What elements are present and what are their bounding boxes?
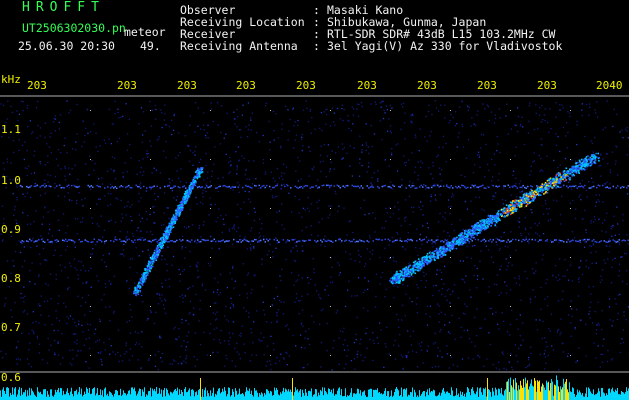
x-tick: 203 (177, 79, 197, 92)
y-tick: 0.8 (1, 272, 21, 285)
signal-level-strip (0, 375, 629, 400)
noise-field (0, 100, 629, 371)
grid-dots (90, 110, 571, 356)
x-tick: 203 (117, 79, 137, 92)
antenna-label: Receiving Antenna (180, 39, 298, 53)
x-tick: 203 (417, 79, 437, 92)
x-tick: 203 (357, 79, 377, 92)
x-tick: 203 (477, 79, 497, 92)
brand-title: HROFFT (22, 0, 105, 15)
x-tick: 203 (236, 79, 256, 92)
x-tick: 203 (296, 79, 316, 92)
y-tick: 1.0 (1, 174, 21, 187)
antenna-value: 3el Yagi(V) Az 330 for Vladivostok (327, 39, 563, 53)
date-time: 25.06.30 20:30 (18, 39, 115, 53)
y-tick: 0.7 (1, 321, 21, 334)
y-tick: 0.6 (1, 371, 21, 384)
hrofft-screen: HROFFT UT2506302030.pn meteor 25.06.30 2… (0, 0, 629, 400)
y-axis-unit: kHz (1, 73, 21, 86)
frame-lines (0, 95, 629, 373)
meteor-tag: meteor (124, 25, 166, 39)
x-tick: 203 (537, 79, 557, 92)
antenna-sep: : (313, 39, 320, 53)
x-tick: 2040 (596, 79, 623, 92)
spectrogram (0, 95, 629, 400)
count-value: 49. (140, 39, 161, 53)
file-name: UT2506302030.pn (22, 21, 126, 35)
y-tick: 0.9 (1, 223, 21, 236)
x-tick: 203 (27, 79, 47, 92)
y-tick: 1.1 (1, 123, 21, 136)
meteor-traces (133, 152, 600, 296)
